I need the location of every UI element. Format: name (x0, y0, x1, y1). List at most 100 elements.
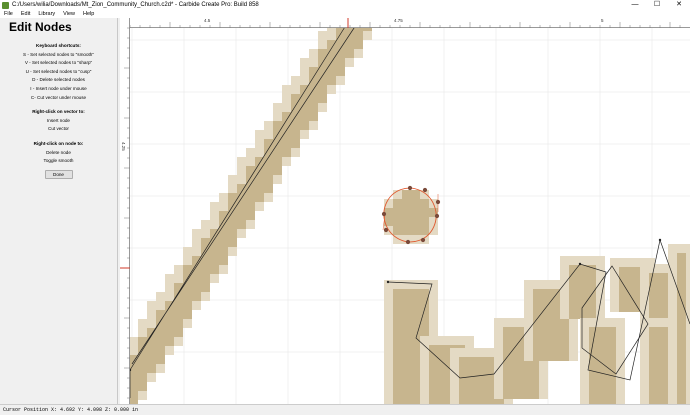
bitmap-pixel (393, 370, 402, 379)
bitmap-pixel (677, 370, 686, 379)
bitmap-pixel (459, 348, 468, 357)
bitmap-pixel (384, 370, 393, 379)
bitmap-pixel (174, 310, 183, 319)
bitmap-pixel (560, 274, 569, 283)
bitmap-pixel (147, 301, 156, 310)
bitmap-pixel (219, 202, 228, 211)
edit-nodes-panel: Edit Nodes Keyboard shortcuts: S - Set s… (0, 18, 118, 404)
close-button[interactable]: ✕ (668, 0, 690, 10)
bitmap-pixel (560, 310, 569, 319)
bitmap-pixel (384, 379, 393, 388)
bitmap-pixel (551, 343, 560, 352)
bitmap-pixel (668, 253, 677, 262)
bitmap-pixel (686, 316, 690, 325)
bitmap-pixel (246, 202, 255, 211)
menu-help[interactable]: Help (79, 10, 98, 18)
bitmap-pixel (129, 337, 138, 346)
bitmap-pixel (486, 375, 495, 384)
bitmap-pixel (668, 388, 677, 397)
menu-view[interactable]: View (59, 10, 79, 18)
bitmap-pixel (402, 307, 411, 316)
shortcut-smooth: S - Set selected nodes to "smooth" (23, 51, 94, 57)
bitmap-pixel (560, 334, 569, 343)
menu-edit[interactable]: Edit (17, 10, 34, 18)
bitmap-pixel (503, 390, 512, 399)
bitmap-pixel (494, 336, 503, 345)
bitmap-pixel (649, 372, 658, 381)
design-canvas[interactable] (120, 18, 690, 404)
bitmap-pixel (677, 343, 686, 352)
bitmap-pixel (524, 298, 533, 307)
bitmap-pixel (542, 289, 551, 298)
bitmap-pixel (393, 307, 402, 316)
bitmap-pixel (174, 301, 183, 310)
bitmap-pixel (512, 381, 521, 390)
bitmap-pixel (640, 300, 649, 309)
bitmap-pixel (598, 345, 607, 354)
bitmap-pixel (539, 390, 548, 399)
minimize-button[interactable]: — (624, 0, 646, 10)
title-bar: C:/Users/wilia/Downloads/Mt_Zion_Communi… (0, 0, 690, 10)
menu-file[interactable]: File (0, 10, 17, 18)
bitmap-pixel (686, 262, 690, 271)
bitmap-pixel (438, 336, 447, 345)
bitmap-pixel (512, 372, 521, 381)
bitmap-pixel (291, 85, 300, 94)
bitmap-pixel (616, 327, 625, 336)
bitmap-pixel (384, 217, 393, 226)
bitmap-pixel (503, 354, 512, 363)
bitmap-pixel (578, 310, 587, 319)
bitmap-pixel (649, 363, 658, 372)
bitmap-pixel (512, 318, 521, 327)
bitmap-pixel (402, 208, 411, 217)
bitmap-pixel (156, 364, 165, 373)
ruler-label-4-75: 4.75 (394, 18, 403, 23)
shortcut-cusp: U - Set selected nodes to "cusp" (25, 68, 92, 74)
bitmap-pixel (649, 381, 658, 390)
vector-node (434, 213, 440, 219)
bitmap-pixel (291, 148, 300, 157)
bitmap-pixel (429, 345, 438, 354)
vector-action-insert: Insert node (47, 117, 70, 123)
bitmap-pixel (246, 211, 255, 220)
bitmap-pixel (411, 379, 420, 388)
bitmap-pixel (174, 265, 183, 274)
bitmap-pixel (246, 148, 255, 157)
bitmap-pixel (420, 289, 429, 298)
bitmap-pixel (649, 291, 658, 300)
bitmap-pixel (596, 256, 605, 265)
bitmap-pixel (649, 390, 658, 399)
bitmap-pixel (524, 334, 533, 343)
bitmap-pixel (291, 130, 300, 139)
bitmap-pixel (420, 217, 429, 226)
bitmap-pixel (183, 310, 192, 319)
bitmap-pixel (183, 256, 192, 265)
bitmap-pixel (300, 112, 309, 121)
bitmap-pixel (521, 390, 530, 399)
bitmap-pixel (649, 327, 658, 336)
bitmap-pixel (300, 121, 309, 130)
bitmap-pixel (578, 283, 587, 292)
bitmap-pixel (477, 375, 486, 384)
bitmap-pixel (560, 265, 569, 274)
bitmap-pixel (447, 336, 456, 345)
bitmap-pixel (393, 298, 402, 307)
menu-library[interactable]: Library (34, 10, 59, 18)
bitmap-pixel (138, 328, 147, 337)
bitmap-pixel (533, 334, 542, 343)
maximize-button[interactable]: ☐ (646, 0, 668, 10)
bitmap-pixel (569, 256, 578, 265)
bitmap-pixel (668, 325, 677, 334)
bitmap-pixel (384, 298, 393, 307)
bitmap-pixel (201, 220, 210, 229)
done-button[interactable]: Done (44, 169, 73, 179)
bitmap-pixel (165, 328, 174, 337)
bitmap-pixel (393, 397, 402, 404)
bitmap-pixel (533, 289, 542, 298)
bitmap-pixel (429, 298, 438, 307)
bitmap-pixel (619, 294, 628, 303)
panel-heading: Edit Nodes (9, 20, 72, 34)
bitmap-pixel (616, 381, 625, 390)
bitmap-pixel (468, 357, 477, 366)
bitmap-pixel (336, 67, 345, 76)
